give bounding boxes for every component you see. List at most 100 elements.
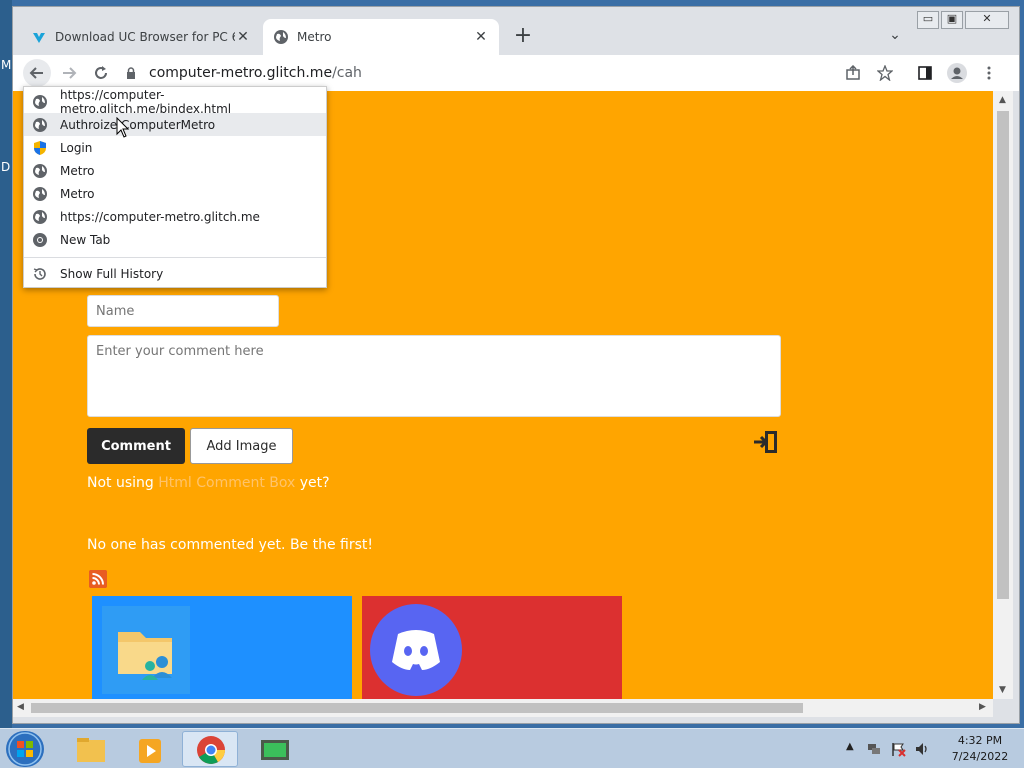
history-item[interactable]: Metro [24,159,326,182]
file-explorer-tile[interactable] [92,596,352,699]
vertical-scroll-thumb[interactable] [997,111,1009,599]
profile-button[interactable] [943,59,971,87]
network-icon[interactable] [866,741,882,757]
add-image-button[interactable]: Add Image [190,428,293,464]
name-field[interactable] [87,295,279,327]
history-item-label: Login [60,140,93,155]
url-host: computer-metro.glitch.me [149,65,333,81]
not-using-prefix: Not using [87,475,159,491]
minimize-button[interactable]: ▭ [917,11,939,29]
media-player-icon [139,739,161,763]
history-item-label: Metro [60,163,95,178]
more-vert-icon [987,66,991,80]
mouse-cursor-icon [116,117,130,138]
history-item[interactable]: https://computer-metro.glitch.me [24,205,326,228]
scroll-right-icon[interactable]: ▶ [979,702,986,712]
clock-time: 4:32 PM [957,734,1003,747]
taskbar-media-player[interactable] [122,731,178,767]
horizontal-scroll-thumb[interactable] [31,703,803,713]
show-full-history-item[interactable]: Show Full History [24,262,326,285]
discord-tile[interactable] [362,596,622,699]
action-center-flag-icon[interactable] [890,741,906,757]
clock-date: 7/24/2022 [951,750,1009,763]
globe-icon [33,186,47,201]
close-icon[interactable]: ✕ [235,29,251,45]
menu-divider [24,257,326,258]
globe-icon [33,209,47,224]
folder-icon [77,738,105,762]
login-icon[interactable] [753,429,779,455]
not-using-suffix: yet? [295,475,330,491]
comment-textarea[interactable] [87,335,781,417]
avatar-icon [947,63,967,83]
bookmark-star-button[interactable] [871,59,899,87]
comment-button[interactable]: Comment [87,428,185,464]
menu-button[interactable] [975,59,1003,87]
history-item[interactable]: https://computer-metro.glitch.me/bindex.… [24,87,326,116]
taskbar-explorer[interactable] [62,731,118,767]
forward-button[interactable] [55,59,83,87]
horizontal-scrollbar[interactable]: ◀ ▶ [13,699,993,717]
taskbar-chrome[interactable] [182,731,238,767]
tab-title: Metro [297,30,332,44]
back-button[interactable] [23,59,51,87]
new-tab-button[interactable]: + [511,25,535,49]
history-item[interactable]: New Tab [24,228,326,251]
tab-strip: Download UC Browser for PC 6.1 ✕ Metro ✕… [13,7,1019,55]
history-item-label: https://computer-metro.glitch.me/bindex.… [60,87,232,116]
volume-icon[interactable] [914,741,930,757]
scroll-down-icon[interactable]: ▼ [999,685,1006,695]
chrome-icon [33,232,47,247]
globe-icon [33,163,47,178]
desktop-edge: M D [0,0,12,728]
html-comment-box-link[interactable]: Html Comment Box [158,475,295,491]
discord-logo-icon [392,630,440,670]
tray-overflow-icon[interactable]: ▲ [846,741,854,752]
globe-icon [274,30,288,44]
side-panel-button[interactable] [911,59,939,87]
show-full-history-label: Show Full History [60,266,164,281]
history-item[interactable]: Metro [24,182,326,205]
vertical-scrollbar[interactable]: ▲ ▼ [993,91,1013,699]
maximize-button[interactable]: ▣ [941,11,963,29]
lock-icon [127,67,135,79]
history-item[interactable]: Authroize ComputerMetro [24,113,326,136]
tab-metro[interactable]: Metro ✕ [263,19,499,55]
back-history-menu: https://computer-metro.glitch.me/bindex.… [23,86,327,288]
desktop-icon-label: M [1,58,12,72]
folder-icon [102,606,190,694]
share-button[interactable] [839,59,867,87]
url-path: /cah [332,65,362,81]
globe-icon [33,117,47,132]
start-button[interactable] [6,731,44,767]
history-item-label: New Tab [60,232,111,247]
taskbar-network-app[interactable] [246,731,302,767]
history-item[interactable]: Login [24,136,326,159]
system-tray: ▲ 4:32 PM 7/24/2022 [840,729,1024,768]
close-icon[interactable]: ✕ [473,29,489,45]
address-bar[interactable]: computer-metro.glitch.me/cah [125,59,915,87]
globe-icon [33,94,47,109]
side-panel-icon [918,66,932,80]
history-item-label: https://computer-metro.glitch.me [60,209,260,224]
history-item-label: Authroize ComputerMetro [60,117,216,132]
arrow-right-icon [63,67,77,79]
history-item-label: Metro [60,186,95,201]
folder-people-icon [118,632,172,680]
close-window-button[interactable]: ✕ [965,11,1009,29]
windows-logo-icon [8,732,42,766]
history-icon [33,267,46,280]
rss-icon[interactable] [89,570,107,588]
scroll-up-icon[interactable]: ▲ [999,95,1006,105]
network-monitor-icon [261,740,289,760]
taskbar: ▲ 4:32 PM 7/24/2022 [0,728,1024,768]
tab-search-icon[interactable]: ⌄ [885,27,905,47]
download-icon [33,33,45,43]
system-clock[interactable]: 4:32 PM 7/24/2022 [940,733,1020,765]
desktop-icon-label: D [1,160,11,174]
scroll-left-icon[interactable]: ◀ [17,702,24,712]
tab-uc-browser[interactable]: Download UC Browser for PC 6.1 ✕ [21,19,261,55]
reload-button[interactable] [87,59,115,87]
tab-title: Download UC Browser for PC 6.1 [55,30,235,44]
chrome-icon [197,736,225,764]
